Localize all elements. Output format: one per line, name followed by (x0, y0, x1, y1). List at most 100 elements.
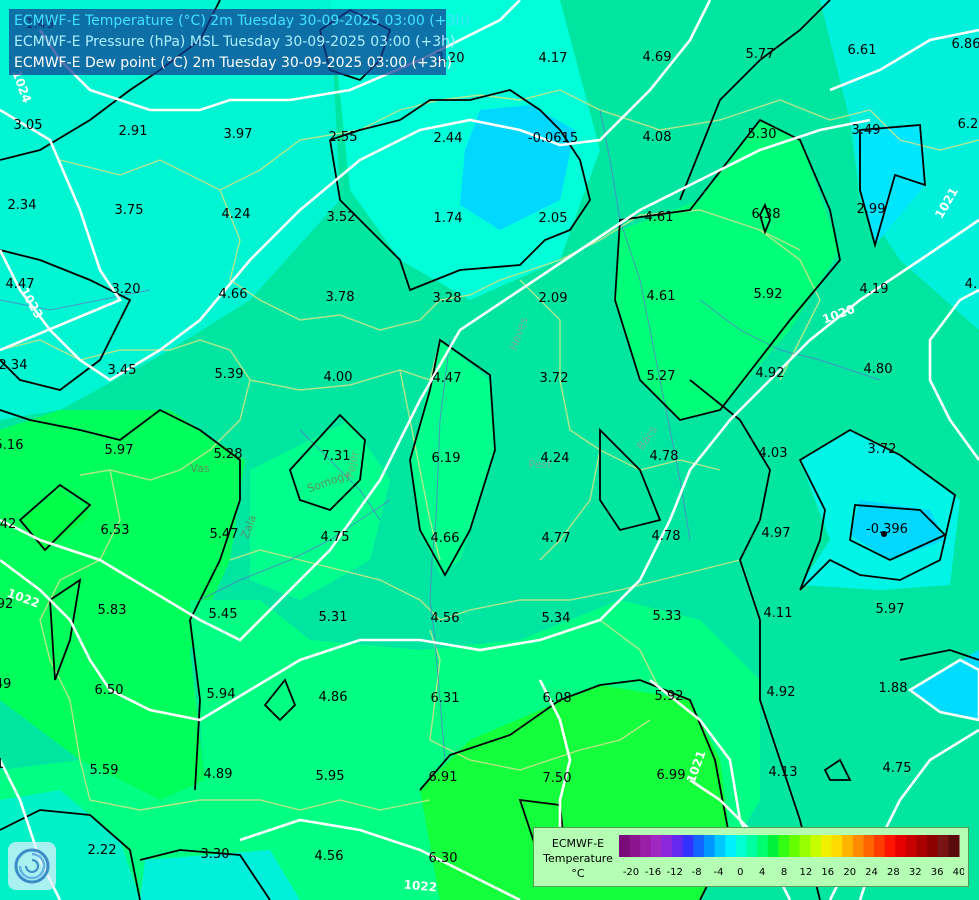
pressure-isobar-label: 1022 (403, 878, 437, 895)
legend-swatch (948, 835, 960, 857)
legend-swatch (767, 835, 779, 857)
legend-swatch (895, 835, 907, 857)
temperature-value-label: 5.47 (210, 527, 239, 542)
legend-tick-label: 32 (909, 867, 922, 878)
temperature-value-label: 5.77 (746, 47, 775, 62)
temperature-value-label: 3.75 (115, 203, 144, 218)
temperature-value-label: 4.24 (222, 207, 251, 222)
temperature-value-label: 3.49 (852, 123, 881, 138)
legend-tick-label: -8 (692, 867, 702, 878)
temperature-value-label: 4.00 (324, 370, 353, 385)
temperature-value-label: 4.75 (883, 761, 912, 776)
temperature-value-label: 6.91 (429, 770, 458, 785)
temperature-value-label: 4.78 (650, 449, 679, 464)
temperature-value-label: 5.83 (98, 603, 127, 618)
temperature-value-label: 3.45 (108, 363, 137, 378)
temperature-value-label: 4. (965, 277, 977, 292)
header-dewpoint-line: ECMWF-E Dew point (°C) 2m Tuesday 30-09-… (14, 55, 452, 71)
temperature-value-label: -0.396 (866, 522, 908, 537)
temperature-value-label: 6.99 (657, 768, 686, 783)
legend-swatch (650, 835, 663, 857)
temperature-value-label: 3.30 (201, 847, 230, 862)
temperature-value-label: 4.19 (860, 282, 889, 297)
temperature-value-label: 4.13 (769, 765, 798, 780)
legend-swatch (916, 835, 928, 857)
legend-title: ECMWF-E Temperature °C (538, 836, 618, 881)
legend-swatch (831, 835, 843, 857)
legend-swatch (640, 835, 652, 857)
map-header: ECMWF-E Temperature (°C) 2m Tuesday 30-0… (9, 9, 470, 75)
ecmwf-logo-icon (8, 842, 56, 890)
legend-ticks: -20 -16 -12 -8 -4 0 4 8 12 16 20 24 28 32 36 40 (623, 867, 964, 878)
temperature-value-label: 4.56 (431, 611, 460, 626)
legend-tick-label: -16 (645, 867, 661, 878)
temperature-value-label: 5.92 (655, 689, 684, 704)
legend-swatch (810, 835, 822, 857)
temperature-value-label: 5.97 (876, 602, 905, 617)
temperature-value-label: 3.97 (224, 127, 253, 142)
temperature-value-label: 4.47 (433, 371, 462, 386)
legend-swatch (746, 835, 758, 857)
temperature-value-label: 6.31 (431, 691, 460, 706)
temperature-value-label: 3.72 (868, 442, 897, 457)
temperature-value-label: 4.69 (643, 50, 672, 65)
temperature-value-label: 5.27 (647, 369, 676, 384)
temperature-value-label: 5.39 (215, 367, 244, 382)
temperature-value-label: 4.03 (759, 446, 788, 461)
temperature-value-label: 4.80 (864, 362, 893, 377)
temperature-value-label: 5.31 (319, 610, 348, 625)
minimum-marker (881, 531, 887, 537)
temperature-value-label: 4.56 (315, 849, 344, 864)
temperature-value-label: 5.97 (105, 443, 134, 458)
temperature-value-label: 6.2 (958, 117, 979, 132)
temperature-value-label: 4.66 (431, 531, 460, 546)
temperature-value-label: 5.34 (542, 611, 571, 626)
legend-swatch (778, 835, 790, 857)
temperature-value-label: 1 (0, 757, 4, 772)
legend-swatch (927, 835, 939, 857)
legend-title-line1: ECMWF-E (551, 837, 605, 850)
legend-swatches (619, 835, 960, 857)
header-temperature-line: ECMWF-E Temperature (°C) 2m Tuesday 30-0… (14, 13, 470, 29)
legend-swatch (905, 835, 918, 857)
legend-tick-label: 40 (953, 867, 964, 878)
legend-swatch (661, 835, 673, 857)
header-pressure-line: ECMWF-E Pressure (hPa) MSL Tuesday 30-09… (14, 34, 456, 50)
temperature-value-label: 5.59 (90, 763, 119, 778)
temperature-value-label: 6.08 (543, 691, 572, 706)
temperature-value-label: 2.05 (539, 211, 568, 226)
temperature-value-label: 5.16 (0, 438, 23, 453)
temperature-value-label: 6.50 (95, 683, 124, 698)
temperature-value-label: 4.75 (321, 530, 350, 545)
temperature-value-label: 3.28 (433, 291, 462, 306)
legend-swatch (629, 835, 641, 857)
legend-swatch (714, 835, 726, 857)
temperature-value-label: 6.86 (952, 37, 979, 52)
temperature-value-label: 2.22 (88, 843, 117, 858)
legend-swatch (863, 835, 875, 857)
temperature-value-label: 3.52 (327, 210, 356, 225)
temperature-value-label: 6.61 (848, 43, 877, 58)
legend-swatch (937, 835, 949, 857)
temperature-value-label: 4.97 (762, 526, 791, 541)
temperature-value-label: 1.74 (434, 211, 463, 226)
temperature-value-label: 4.86 (319, 690, 348, 705)
legend-tick-label: 4 (759, 867, 765, 878)
temperature-value-label: 4.08 (643, 130, 672, 145)
legend-swatch (725, 835, 737, 857)
temperature-value-label: 5.30 (748, 127, 777, 142)
swirl-icon (14, 848, 50, 884)
temperature-value-label: 7.50 (543, 771, 572, 786)
legend-swatch (820, 835, 833, 857)
legend-tick-label: -4 (714, 867, 724, 878)
legend-color-scale: -20 -16 -12 -8 -4 0 4 8 12 16 20 24 28 32 36 40 (619, 835, 964, 878)
place-name-label: Vas (190, 462, 209, 475)
legend-tick-label: 36 (931, 867, 944, 878)
temperature-value-label: 6.30 (429, 851, 458, 866)
legend-swatch (672, 835, 684, 857)
legend-tick-label: 24 (865, 867, 878, 878)
temperature-value-label: 2.09 (539, 291, 568, 306)
legend-title-line2: Temperature (543, 852, 613, 865)
legend-tick-label: 28 (887, 867, 900, 878)
legend-swatch (842, 835, 854, 857)
